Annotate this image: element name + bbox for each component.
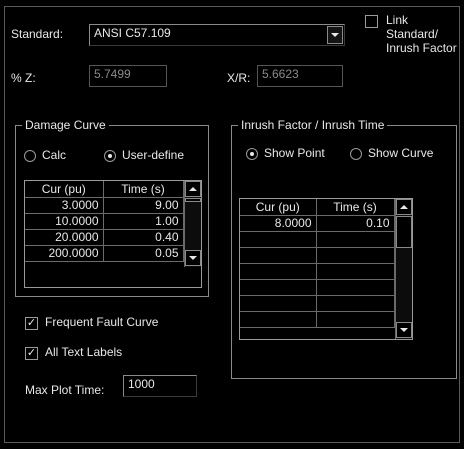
table-row[interactable]: 20.0000 0.40 [25,229,184,246]
link-standard-checkbox[interactable] [365,15,378,28]
damage-curve-group: Damage Curve Calc User-define Cur (pu) T… [15,118,209,297]
cell-empty[interactable] [240,311,317,328]
cell-time[interactable]: 0.10 [316,215,395,232]
user-define-radio-label: User-define [122,148,185,162]
standard-label: Standard: [11,27,64,41]
cell-empty[interactable] [316,279,395,296]
show-curve-label: Show Curve [368,146,434,160]
scroll-down-icon[interactable] [185,250,201,266]
inrush-grid[interactable]: Cur (pu) Time (s) 8.0000 0.10 [239,198,413,340]
table-row[interactable]: 200.0000 0.05 [25,245,184,262]
frequent-fault-checkbox[interactable]: ✓ [25,317,38,330]
checkmark-icon: ✓ [26,317,37,329]
show-curve-radio[interactable] [350,148,362,160]
scroll-up-icon[interactable] [396,199,412,215]
show-point-label: Show Point [264,146,325,160]
cell-empty[interactable] [240,231,317,248]
table-row[interactable] [240,247,395,264]
cell-cur[interactable]: 8.0000 [240,215,317,232]
frequent-fault-label: Frequent Fault Curve [45,315,159,329]
table-row[interactable] [240,311,395,328]
cell-empty[interactable] [240,263,317,280]
cell-cur[interactable]: 10.0000 [25,213,104,230]
max-plot-time-label: Max Plot Time: [25,383,105,397]
table-row[interactable] [240,263,395,280]
damage-curve-title: Damage Curve [22,118,109,132]
table-row[interactable]: 3.0000 9.00 [25,197,184,214]
cell-empty[interactable] [316,263,395,280]
cell-cur[interactable]: 20.0000 [25,229,104,246]
standard-combobox[interactable]: ANSI C57.109 [89,24,345,46]
inrush-title: Inrush Factor / Inrush Time [238,118,388,132]
standard-value: ANSI C57.109 [94,26,171,40]
chevron-down-icon[interactable] [327,26,343,44]
all-text-labels-checkbox[interactable]: ✓ [25,347,38,360]
x-r-field[interactable]: 5.6623 [257,65,343,87]
cell-time[interactable]: 1.00 [103,213,184,230]
scroll-thumb[interactable] [396,216,412,248]
pct-z-field[interactable]: 5.7499 [89,65,167,87]
col-header-time[interactable]: Time (s) [103,181,184,198]
inrush-group: Inrush Factor / Inrush Time Show Point S… [231,118,457,379]
table-row[interactable] [240,279,395,296]
pct-z-label: % Z: [11,71,36,85]
table-row[interactable] [240,295,395,312]
cell-empty[interactable] [316,311,395,328]
cell-empty[interactable] [240,295,317,312]
user-define-radio[interactable] [104,150,116,162]
damage-grid-scrollbar[interactable] [184,181,201,267]
cell-empty[interactable] [316,295,395,312]
col-header-time[interactable]: Time (s) [316,199,395,216]
col-header-cur[interactable]: Cur (pu) [240,199,317,216]
cell-time[interactable]: 9.00 [103,197,184,214]
cell-empty[interactable] [316,247,395,264]
all-text-labels-label: All Text Labels [45,345,123,359]
scroll-thumb[interactable] [185,198,201,202]
link-standard-label: Link Standard/ Inrush Factor [386,13,457,55]
cell-cur[interactable]: 200.0000 [25,245,104,262]
table-row[interactable] [240,231,395,248]
cell-time[interactable]: 0.40 [103,229,184,246]
transformer-damage-panel: Standard: ANSI C57.109 Link Standard/ In… [4,6,460,443]
table-row[interactable]: 10.0000 1.00 [25,213,184,230]
inrush-grid-scrollbar[interactable] [395,199,412,339]
damage-curve-grid[interactable]: Cur (pu) Time (s) 3.0000 9.00 10.0000 1.00… [24,180,202,288]
max-plot-time-field[interactable]: 1000 [123,375,197,397]
col-header-cur[interactable]: Cur (pu) [25,181,104,198]
table-row[interactable]: 8.0000 0.10 [240,215,395,232]
scroll-down-icon[interactable] [396,322,412,338]
x-r-label: X/R: [227,71,251,85]
cell-empty[interactable] [316,231,395,248]
cell-cur[interactable]: 3.0000 [25,197,104,214]
cell-empty[interactable] [240,247,317,264]
show-point-radio[interactable] [246,148,258,160]
cell-empty[interactable] [240,279,317,296]
calc-radio[interactable] [24,150,36,162]
scroll-up-icon[interactable] [185,181,201,197]
checkmark-icon: ✓ [26,347,37,359]
cell-time[interactable]: 0.05 [103,245,184,262]
calc-radio-label: Calc [42,148,67,162]
